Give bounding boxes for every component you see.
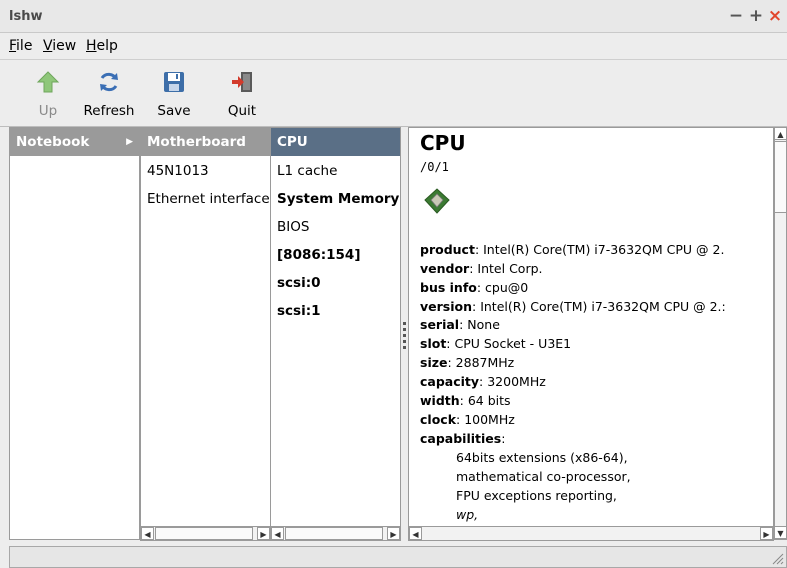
detail-pane[interactable]: CPU /0/1 product: Intel(R) Core(TM) i7-3… (408, 127, 774, 540)
capability-item: FPU exceptions reporting, (456, 488, 617, 503)
refresh-button[interactable]: Refresh (78, 61, 140, 127)
menu-file[interactable]: File (9, 38, 32, 54)
resize-grip-icon[interactable] (772, 553, 784, 565)
up-label: Up (38, 103, 58, 119)
field-capabilities: capabilities: (420, 431, 506, 446)
quit-button[interactable]: Quit (222, 61, 262, 127)
list-item[interactable]: 45N1013 (147, 161, 209, 181)
menu-view[interactable]: View (43, 38, 76, 54)
toolbar: Up Refresh Save Quit (0, 61, 787, 127)
column-3-scrollbar[interactable]: ◀ ▶ (270, 526, 401, 541)
scroll-thumb[interactable] (285, 527, 383, 540)
field-capacity: capacity: 3200MHz (420, 374, 546, 389)
detail-title: CPU (420, 131, 466, 155)
field-version: version: Intel(R) Core(TM) i7-3632QM CPU… (420, 299, 726, 314)
status-bar (9, 546, 787, 568)
field-clock: clock: 100MHz (420, 412, 515, 427)
field-slot: slot: CPU Socket - U3E1 (420, 336, 572, 351)
list-item[interactable]: BIOS (277, 217, 309, 237)
menu-bar: File View Help (0, 33, 787, 60)
device-column-2[interactable]: Motherboard 45N1013 Ethernet interface (140, 127, 271, 540)
device-column-1[interactable]: Notebook ▶ (9, 127, 140, 540)
scroll-thumb[interactable] (155, 527, 253, 540)
field-vendor: vendor: Intel Corp. (420, 261, 543, 276)
refresh-label: Refresh (83, 103, 135, 119)
field-size: size: 2887MHz (420, 355, 515, 370)
window-title: lshw (9, 9, 43, 24)
maximize-button[interactable]: + (748, 6, 764, 26)
field-serial: serial: None (420, 317, 500, 332)
refresh-icon (100, 72, 118, 92)
scroll-down-icon[interactable]: ▼ (774, 526, 787, 539)
menu-help[interactable]: Help (86, 38, 118, 54)
capability-item: mathematical co-processor, (456, 469, 631, 484)
up-button[interactable]: Up (30, 61, 66, 127)
scroll-right-icon[interactable]: ▶ (387, 527, 400, 540)
cpu-chip-icon (424, 188, 450, 214)
pane-splitter[interactable] (403, 334, 406, 337)
quit-icon (232, 72, 252, 92)
detail-path: /0/1 (420, 160, 449, 174)
list-item-notebook[interactable]: Notebook ▶ (10, 128, 139, 156)
pane-splitter[interactable] (403, 328, 406, 331)
detail-horizontal-scrollbar[interactable]: ◀ ▶ (408, 526, 774, 541)
close-button[interactable]: × (767, 6, 783, 26)
list-item[interactable]: System Memory (277, 189, 400, 209)
scroll-right-icon[interactable]: ▶ (257, 527, 270, 540)
save-label: Save (157, 103, 191, 119)
scroll-right-icon[interactable]: ▶ (760, 527, 773, 540)
list-item-motherboard[interactable]: Motherboard (141, 128, 270, 156)
save-icon (164, 72, 184, 92)
field-width: width: 64 bits (420, 393, 511, 408)
expand-arrow-icon: ▶ (126, 137, 133, 147)
field-bus-info: bus info: cpu@0 (420, 280, 529, 295)
title-bar[interactable]: lshw − + × (0, 0, 787, 33)
list-item[interactable]: [8086:154] (277, 245, 361, 265)
scroll-left-icon[interactable]: ◀ (409, 527, 422, 540)
scroll-thumb[interactable] (774, 141, 787, 213)
list-item[interactable]: scsi:0 (277, 273, 321, 293)
list-item[interactable]: Ethernet interface (147, 189, 270, 209)
pane-splitter[interactable] (403, 322, 406, 325)
minimize-button[interactable]: − (728, 6, 744, 26)
scroll-left-icon[interactable]: ◀ (271, 527, 284, 540)
field-product: product: Intel(R) Core(TM) i7-3632QM CPU… (420, 242, 725, 257)
capability-item: 64bits extensions (x86-64), (456, 450, 628, 465)
scroll-up-icon[interactable]: ▲ (774, 127, 787, 140)
up-arrow-icon (36, 71, 60, 93)
scroll-left-icon[interactable]: ◀ (141, 527, 154, 540)
column-2-scrollbar[interactable]: ◀ ▶ (140, 526, 271, 541)
list-item[interactable]: L1 cache (277, 161, 337, 181)
capability-item: wp, (456, 507, 479, 522)
quit-label: Quit (227, 103, 257, 119)
pane-splitter[interactable] (403, 340, 406, 343)
pane-splitter[interactable] (403, 346, 406, 349)
list-item-cpu[interactable]: CPU (271, 128, 400, 156)
list-item[interactable]: scsi:1 (277, 301, 321, 321)
device-column-3[interactable]: CPU L1 cache System Memory BIOS [8086:15… (270, 127, 401, 540)
save-button[interactable]: Save (152, 61, 196, 127)
detail-vertical-scrollbar[interactable]: ▲ ▼ (774, 127, 787, 540)
